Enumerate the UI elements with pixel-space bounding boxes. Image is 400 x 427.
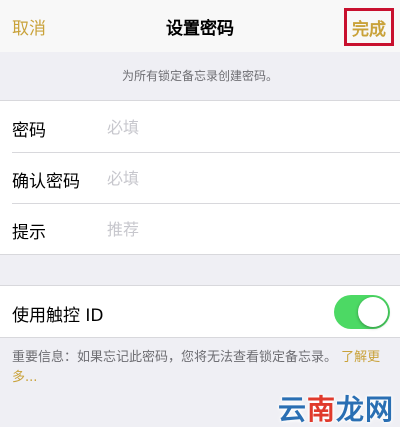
confirm-password-label: 确认密码 xyxy=(12,172,80,192)
toggle-knob xyxy=(358,297,388,327)
site-watermark: 云南龙网 xyxy=(278,388,394,427)
touch-id-toggle[interactable] xyxy=(334,295,390,329)
password-row[interactable]: 密码 xyxy=(0,101,400,152)
navigation-bar: 取消 设置密码 完成 xyxy=(0,0,400,52)
done-button[interactable]: 完成 xyxy=(344,8,394,46)
watermark-part3: 龙网 xyxy=(335,393,394,426)
confirm-password-row[interactable]: 确认密码 xyxy=(0,152,400,203)
section-hint: 为所有锁定备忘录创建密码。 xyxy=(121,69,278,83)
footer-note: 重要信息：如果忘记此密码，您将无法查看锁定备忘录。 了解更多... xyxy=(12,348,390,388)
confirm-password-input[interactable] xyxy=(107,166,377,190)
password-input[interactable] xyxy=(107,115,377,139)
hint-row[interactable]: 提示 xyxy=(0,203,400,254)
hint-input[interactable] xyxy=(107,217,377,241)
touch-id-row[interactable]: 使用触控 ID xyxy=(0,286,400,337)
hint-label: 提示 xyxy=(12,223,46,243)
password-label: 密码 xyxy=(12,121,46,141)
page-title: 设置密码 xyxy=(166,19,234,39)
touch-id-group: 使用触控 ID xyxy=(0,285,400,338)
watermark-part1: 云 xyxy=(277,393,307,426)
password-form: 密码 确认密码 提示 xyxy=(0,100,400,255)
watermark-part2: 南 xyxy=(306,393,336,426)
touch-id-label: 使用触控 ID xyxy=(12,306,104,326)
footer-text: 重要信息：如果忘记此密码，您将无法查看锁定备忘录。 xyxy=(12,350,338,365)
